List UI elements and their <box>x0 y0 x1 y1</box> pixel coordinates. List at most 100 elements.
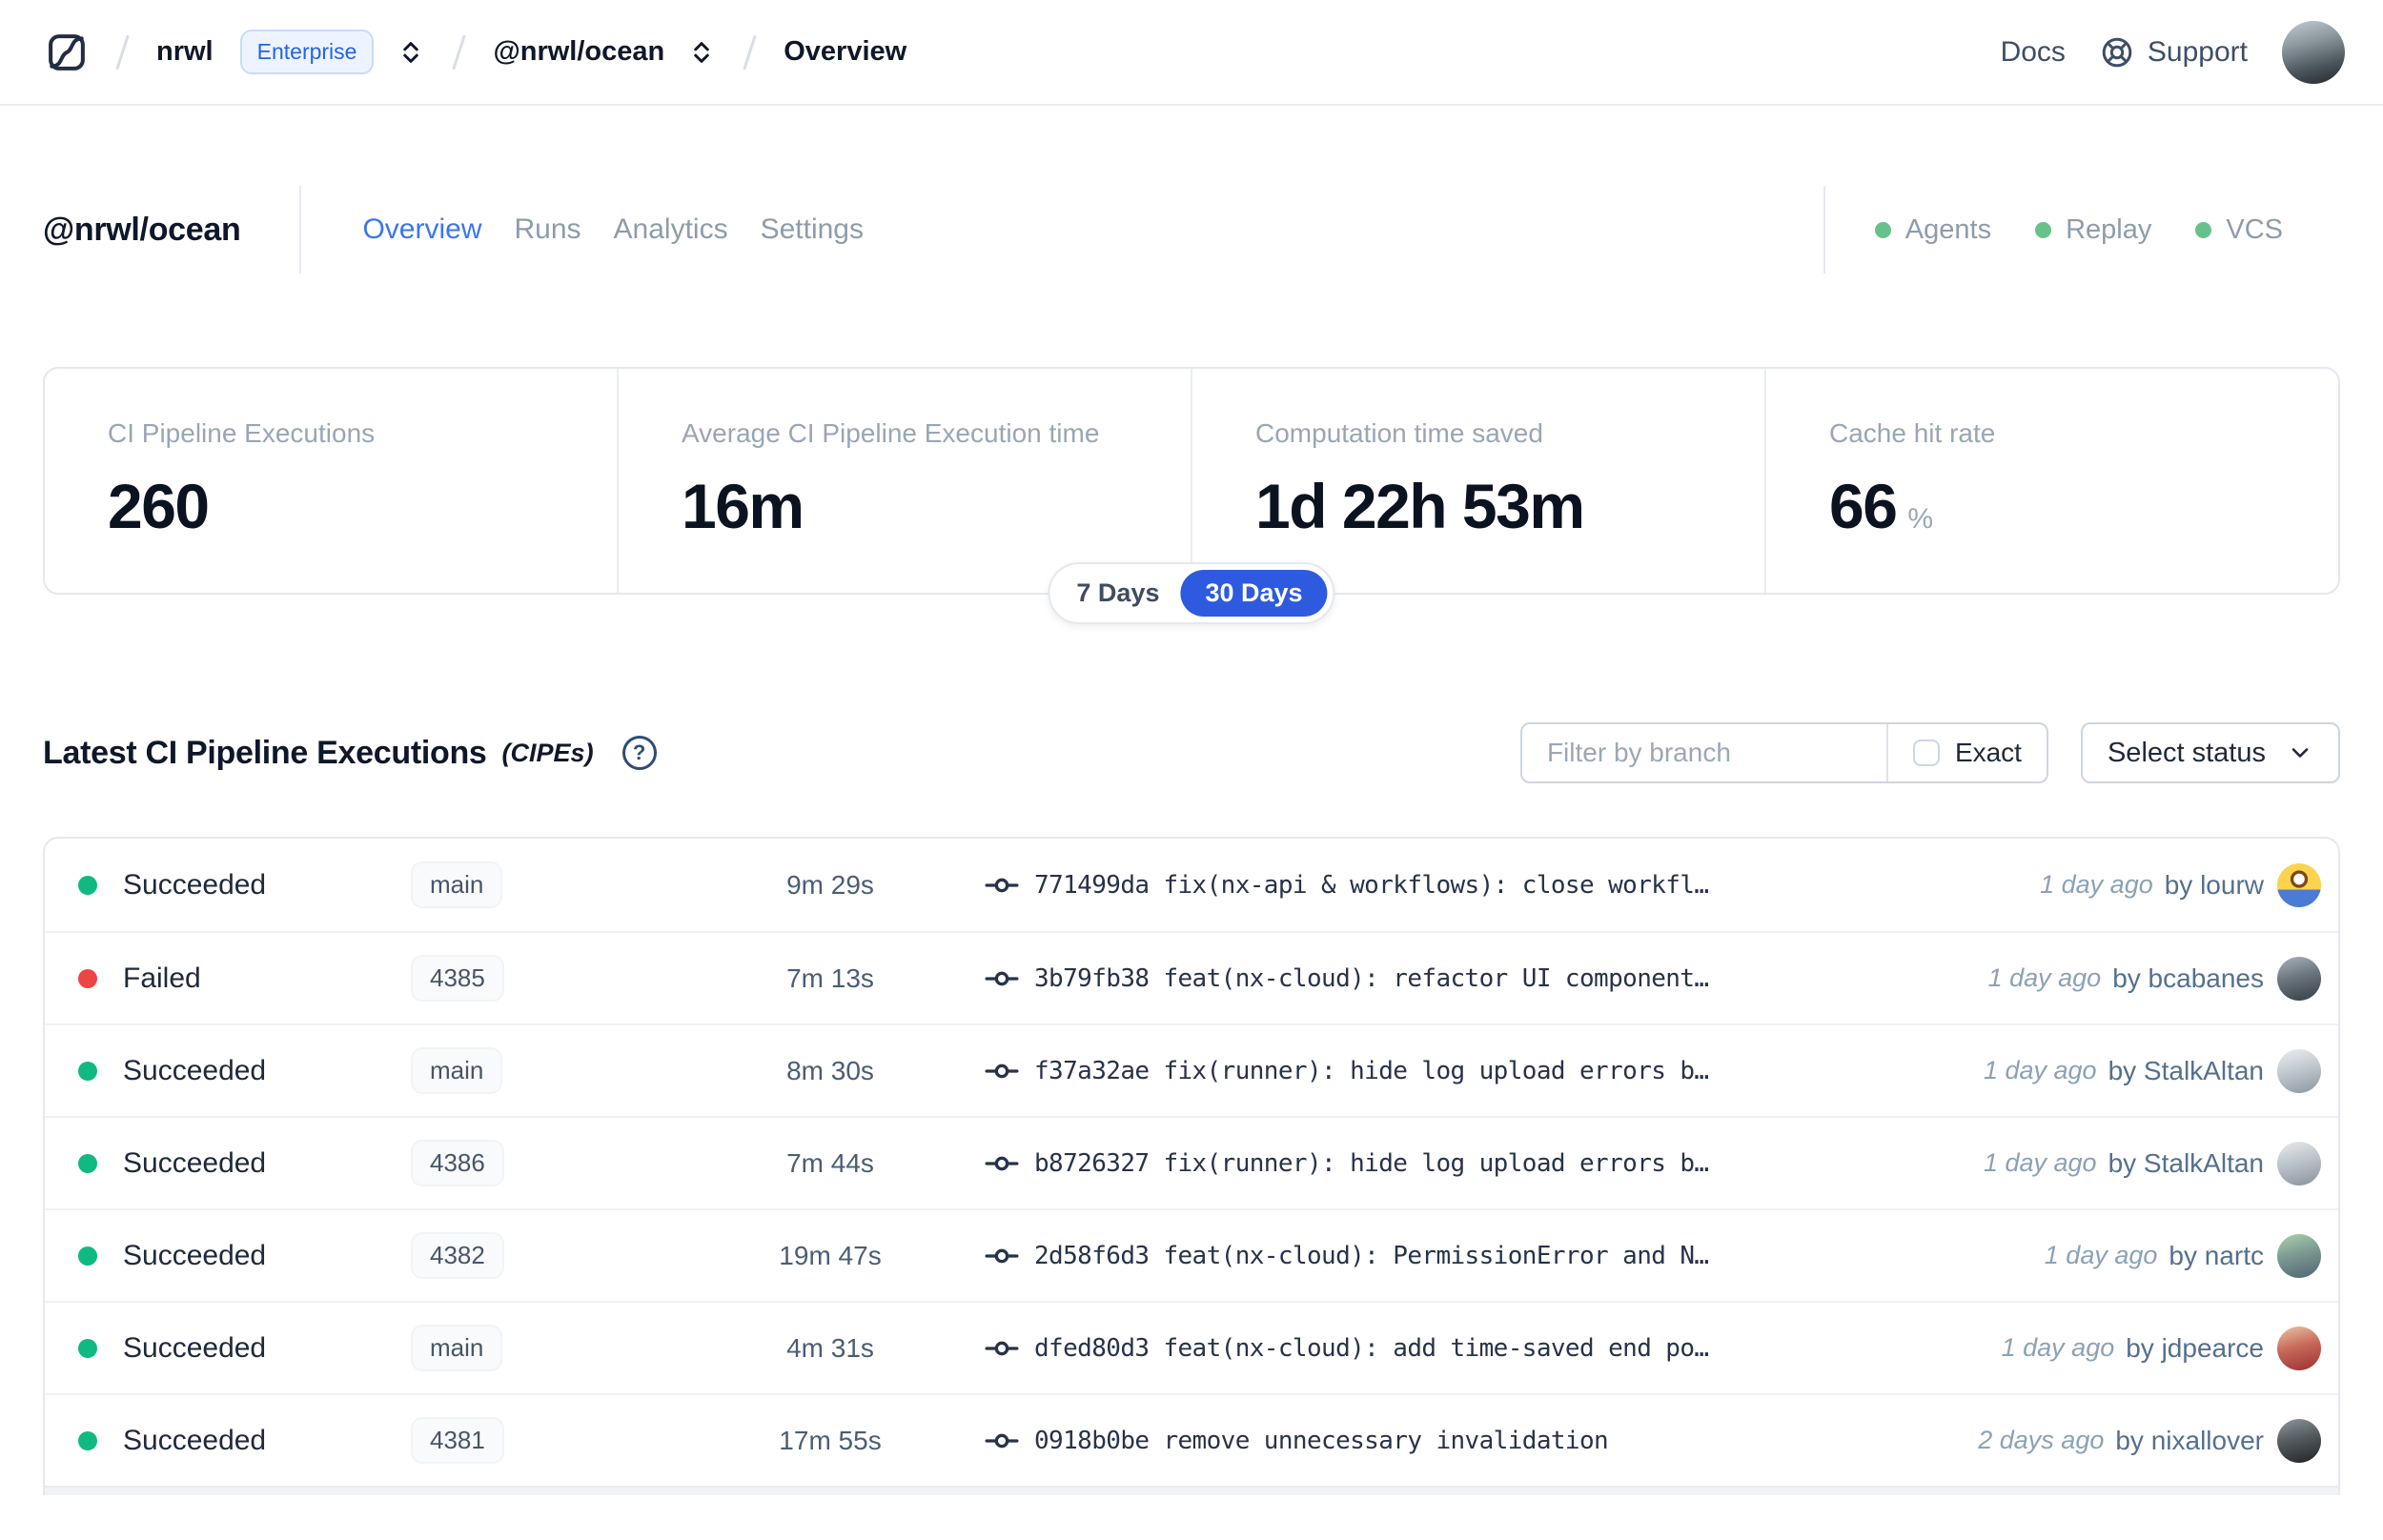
workspace-switcher-icon[interactable] <box>687 38 716 67</box>
table-row[interactable]: Succeeded main 9m 29s 771499da fix(nx-api… <box>45 839 2338 931</box>
author: by jdpearce <box>2126 1332 2264 1363</box>
status-dot <box>78 1338 97 1358</box>
status-label: Failed <box>123 962 201 994</box>
branch-badge[interactable]: 4385 <box>411 955 504 1002</box>
status-link-replay[interactable]: Replay <box>2035 214 2151 246</box>
stat-value: 1d 22h 53m <box>1255 471 1585 541</box>
time-ago: 1 day ago <box>1983 1148 2097 1177</box>
author-avatar[interactable] <box>2277 956 2321 1001</box>
commit-message[interactable]: 2d58f6d3 feat(nx-cloud): PermissionError … <box>1034 1242 2045 1270</box>
author-avatar[interactable] <box>2277 862 2321 907</box>
cipe-filters: Exact Select status <box>1519 722 2340 783</box>
commit-message[interactable]: f37a32ae fix(runner): hide log upload err… <box>1034 1057 1984 1085</box>
docs-link[interactable]: Docs <box>2001 36 2066 69</box>
commit-message[interactable]: 3b79fb38 feat(nx-cloud): refactor UI comp… <box>1034 964 1988 993</box>
table-row[interactable]: Succeeded 4386 7m 44s b8726327 fix(runner… <box>45 1116 2338 1208</box>
breadcrumb-page: Overview <box>784 36 907 67</box>
author-avatar[interactable] <box>2277 1326 2321 1370</box>
author-avatar[interactable] <box>2277 1418 2321 1463</box>
branch-badge[interactable]: main <box>411 1325 503 1371</box>
help-icon[interactable]: ? <box>621 736 657 770</box>
time-ago: 1 day ago <box>1983 1056 2097 1084</box>
enterprise-badge: Enterprise <box>239 30 375 74</box>
nx-cloud-logo-icon[interactable] <box>45 30 89 74</box>
author: by StalkAltan <box>2108 1055 2264 1085</box>
git-commit-icon <box>983 960 1021 998</box>
tab-overview[interactable]: Overview <box>362 213 481 246</box>
branch-badge[interactable]: 4382 <box>411 1232 504 1279</box>
support-link[interactable]: Support <box>2100 35 2248 70</box>
main-content: @nrwl/ocean Overview Runs Analytics Sett… <box>0 182 2383 1495</box>
commit-meta: 2 days ago by nixallover <box>1978 1426 2264 1456</box>
status-label: Succeeded <box>123 1054 267 1086</box>
replay-label: Replay <box>2066 213 2152 245</box>
nav-actions: Docs Support <box>2001 20 2345 84</box>
table-row[interactable]: Succeeded 4381 17m 55s 0918b0be remove un… <box>45 1393 2338 1486</box>
branch-badge[interactable]: 4386 <box>411 1140 504 1186</box>
stat-label: Cache hit rate <box>1829 418 1996 448</box>
status-label: Succeeded <box>123 1424 267 1456</box>
breadcrumb-org[interactable]: nrwl <box>156 36 214 68</box>
support-label: Support <box>2147 35 2248 68</box>
tab-settings[interactable]: Settings <box>761 213 864 246</box>
stat-label: CI Pipeline Executions <box>108 418 376 448</box>
branch-filter-input[interactable] <box>1521 724 1886 781</box>
branch-badge[interactable]: main <box>411 861 503 908</box>
range-30-days-button[interactable]: 30 Days <box>1180 570 1328 617</box>
cipe-table: Succeeded main 9m 29s 771499da fix(nx-api… <box>43 837 2340 1495</box>
git-commit-icon <box>983 1145 1021 1183</box>
status-select-label: Select status <box>2107 737 2266 768</box>
commit-message[interactable]: b8726327 fix(runner): hide log upload err… <box>1034 1149 1984 1178</box>
exact-label: Exact <box>1954 738 2022 767</box>
stat-card-avg-execution-time: Average CI Pipeline Execution time 16m <box>617 369 1191 593</box>
author: by lourw <box>2164 869 2264 900</box>
header-divider <box>299 186 302 274</box>
status-select-button[interactable]: Select status <box>2080 722 2340 783</box>
range-7-days-button[interactable]: 7 Days <box>1055 570 1180 617</box>
chevron-down-icon <box>2287 740 2313 766</box>
status-label: Succeeded <box>123 1331 267 1364</box>
table-row[interactable]: Succeeded 4382 19m 47s 2d58f6d3 feat(nx-c… <box>45 1208 2338 1301</box>
branch-badge[interactable]: 4381 <box>411 1417 504 1464</box>
stat-card-ci-pipeline-executions: CI Pipeline Executions 260 <box>45 369 617 593</box>
org-switcher-icon[interactable] <box>397 38 425 67</box>
duration: 9m 29s <box>786 869 874 900</box>
user-avatar[interactable] <box>2282 20 2345 84</box>
author-avatar[interactable] <box>2277 1048 2321 1093</box>
author-avatar[interactable] <box>2277 1233 2321 1278</box>
table-row[interactable]: Failed 4385 7m 13s 3b79fb38 feat(nx-cloud… <box>45 931 2338 1023</box>
cipe-section-header: Latest CI Pipeline Executions (CIPEs) ? … <box>43 722 2340 783</box>
stats-cards: CI Pipeline Executions 260 Average CI Pi… <box>43 367 2340 624</box>
time-ago: 2 days ago <box>1978 1426 2105 1454</box>
branch-badge[interactable]: main <box>411 1047 503 1094</box>
replay-status-dot <box>2035 221 2052 238</box>
author-avatar[interactable] <box>2277 1141 2321 1185</box>
stat-value: 66% <box>1829 471 1934 541</box>
duration: 4m 31s <box>786 1332 874 1363</box>
agents-label: Agents <box>1904 213 1992 245</box>
status-dot <box>78 1153 97 1173</box>
tab-runs[interactable]: Runs <box>515 213 581 246</box>
status-link-agents[interactable]: Agents <box>1874 213 1992 246</box>
author: by bcabanes <box>2112 962 2264 993</box>
stat-label: Average CI Pipeline Execution time <box>682 418 1100 448</box>
status-label: Succeeded <box>123 1239 267 1271</box>
commit-message[interactable]: 0918b0be remove unnecessary invalidation <box>1034 1427 1978 1455</box>
table-row[interactable]: Succeeded main 8m 30s f37a32ae fix(runner… <box>45 1023 2338 1116</box>
lifebuoy-icon <box>2100 35 2134 70</box>
section-title: Latest CI Pipeline Executions <box>43 734 487 771</box>
time-ago: 1 day ago <box>2040 870 2153 899</box>
status-link-vcs[interactable]: VCS <box>2195 214 2283 246</box>
section-title-suffix: (CIPEs) <box>501 738 594 767</box>
exact-checkbox[interactable] <box>1912 740 1940 766</box>
commit-message[interactable]: dfed80d3 feat(nx-cloud): add time-saved e… <box>1034 1334 2002 1363</box>
breadcrumb-workspace[interactable]: @nrwl/ocean <box>493 36 664 68</box>
stat-value: 16m <box>682 471 805 541</box>
agents-status-dot <box>1874 221 1891 238</box>
next-row-partial <box>45 1486 2338 1495</box>
table-row[interactable]: Succeeded main 4m 31s dfed80d3 feat(nx-cl… <box>45 1301 2338 1393</box>
date-range-toggle: 7 Days 30 Days <box>1048 562 1335 624</box>
tab-analytics[interactable]: Analytics <box>614 213 728 246</box>
commit-message[interactable]: 771499da fix(nx-api & workflows): close w… <box>1034 871 2040 900</box>
status-dot <box>78 1430 97 1450</box>
